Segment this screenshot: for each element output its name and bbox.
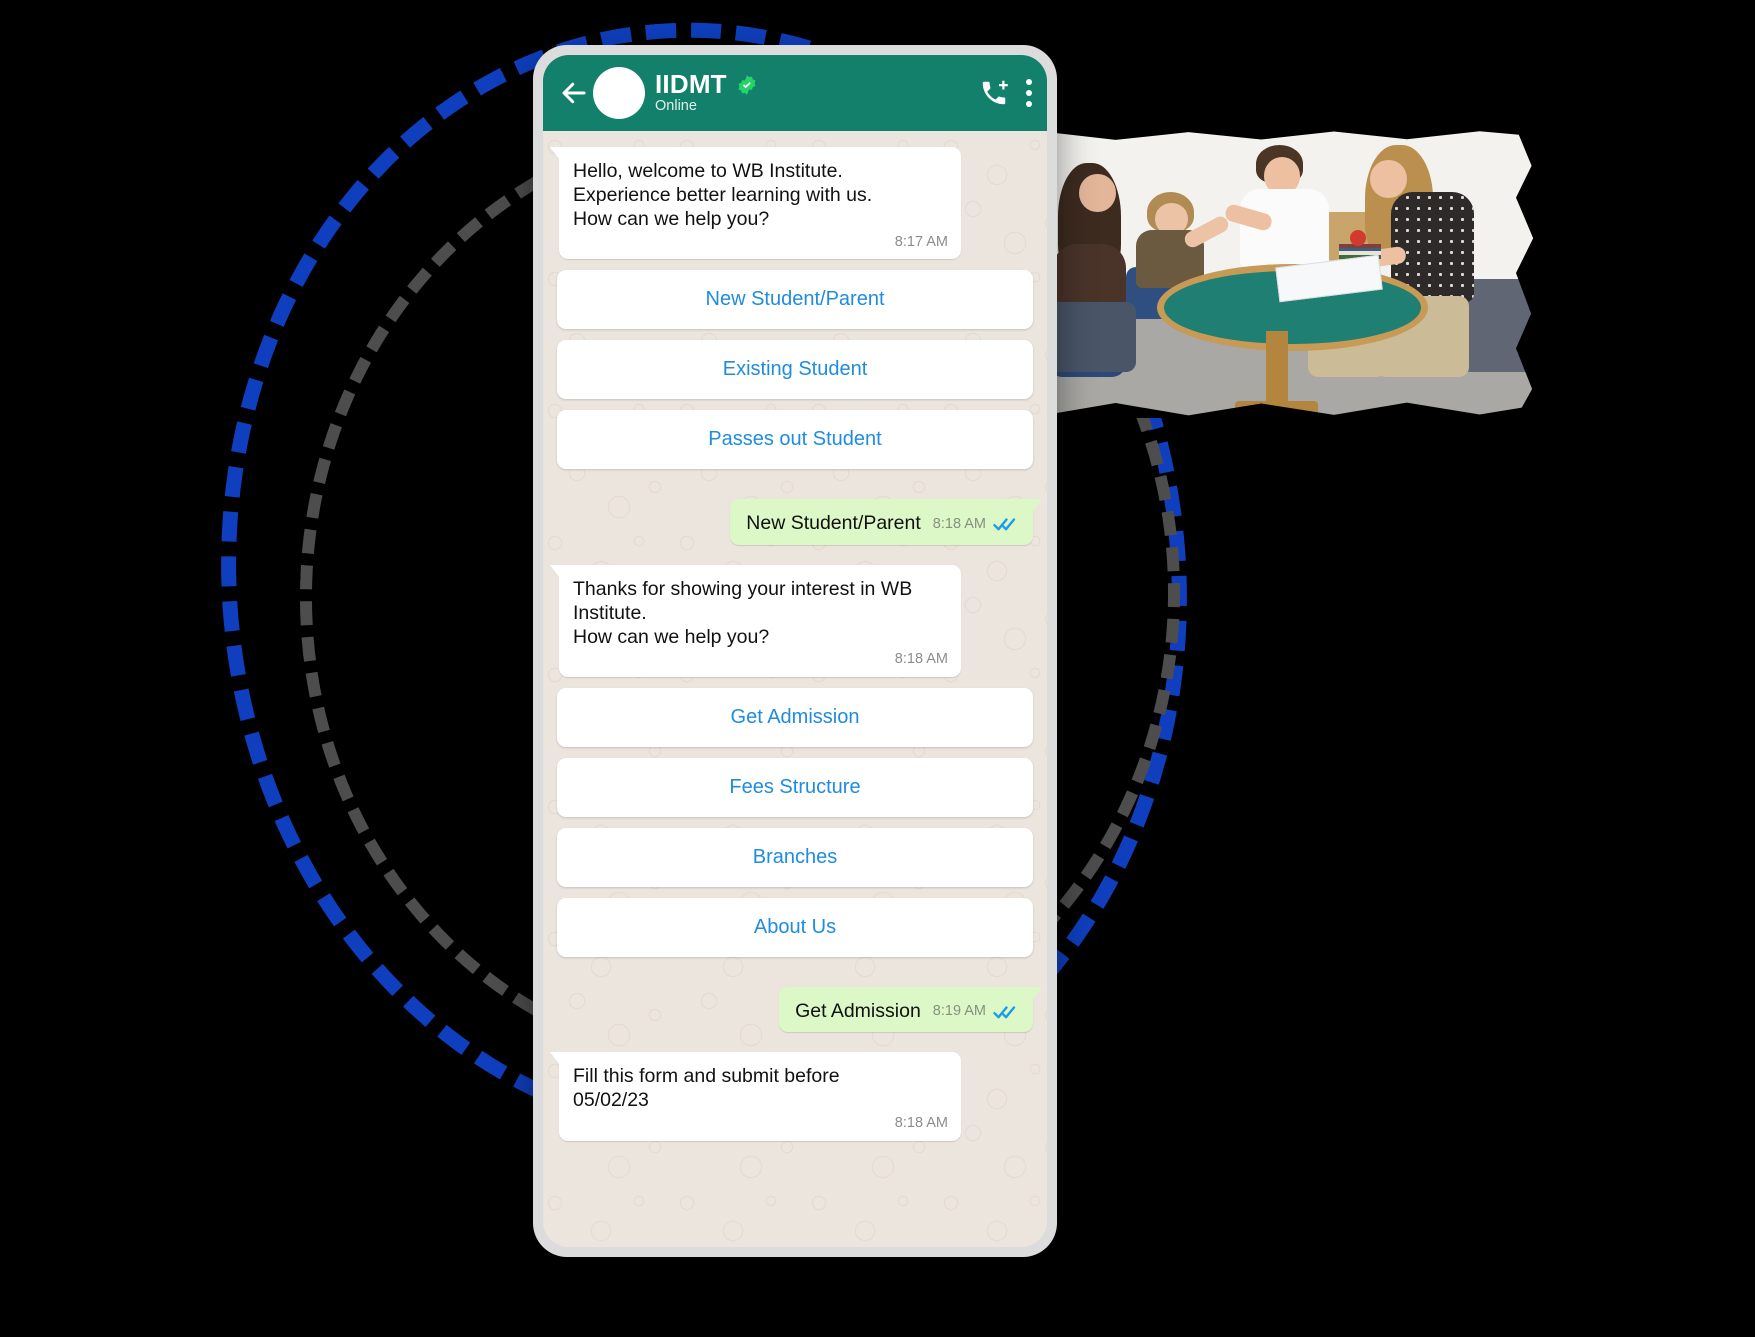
overflow-menu-icon[interactable] bbox=[1025, 77, 1033, 109]
message-meta: 8:19 AM bbox=[933, 1003, 1019, 1023]
message-timestamp: 8:18 AM bbox=[894, 1114, 948, 1131]
message-text: How can we help you? bbox=[573, 626, 770, 648]
back-arrow-icon[interactable] bbox=[559, 78, 589, 108]
chat-header: IIDMT Online bbox=[543, 55, 1047, 131]
message-bubble-incoming: Thanks for showing your interest in WB I… bbox=[550, 564, 961, 678]
phone-mockup: IIDMT Online Hello, welcome to WB Instit… bbox=[533, 45, 1057, 1257]
quick-reply-get-admission[interactable]: Get Admission bbox=[557, 688, 1033, 748]
outgoing-content: Get Admission 8:19 AM bbox=[795, 999, 1019, 1023]
message-text: Get Admission bbox=[795, 1000, 921, 1023]
outgoing-content: New Student/Parent 8:18 AM bbox=[746, 511, 1019, 535]
read-receipt-double-check-icon bbox=[993, 1005, 1019, 1020]
message-meta: 8:18 AM bbox=[573, 1115, 948, 1133]
parent-teacher-meeting-photo bbox=[1022, 128, 1542, 418]
phone-screen: IIDMT Online Hello, welcome to WB Instit… bbox=[543, 55, 1047, 1247]
quick-reply-fees-structure[interactable]: Fees Structure bbox=[557, 758, 1033, 818]
photo-canvas bbox=[1022, 128, 1542, 418]
verified-badge-icon bbox=[736, 74, 758, 96]
person-second-woman-face bbox=[1370, 159, 1407, 198]
message-text: Fill this form and submit before bbox=[573, 1065, 840, 1088]
message-text: Hello, welcome to WB Institute. bbox=[573, 160, 843, 182]
add-call-icon[interactable] bbox=[979, 78, 1009, 108]
message-meta: 8:18 AM bbox=[573, 651, 948, 669]
quick-reply-existing-student[interactable]: Existing Student bbox=[557, 340, 1033, 400]
message-bubble-incoming: Fill this form and submit before 05/02/2… bbox=[550, 1052, 961, 1141]
message-timestamp: 8:19 AM bbox=[932, 1003, 986, 1020]
contact-name-row: IIDMT bbox=[655, 68, 971, 99]
contact-name: IIDMT bbox=[655, 68, 727, 99]
message-text: How can we help you? bbox=[573, 208, 770, 231]
message-bubble-outgoing: Get Admission 8:19 AM bbox=[779, 987, 1042, 1033]
header-actions bbox=[979, 77, 1033, 109]
message-timestamp: 8:17 AM bbox=[894, 233, 948, 250]
message-timestamp: 8:18 AM bbox=[932, 515, 986, 532]
read-receipt-double-check-icon bbox=[993, 517, 1019, 532]
message-bubble-incoming: Hello, welcome to WB Institute. Experien… bbox=[550, 147, 961, 260]
person-mother-face bbox=[1079, 174, 1116, 213]
quick-reply-about-us[interactable]: About Us bbox=[557, 898, 1033, 958]
quick-reply-new-student-parent[interactable]: New Student/Parent bbox=[557, 270, 1033, 330]
message-meta: 8:17 AM bbox=[573, 234, 948, 252]
message-text: New Student/Parent bbox=[746, 512, 921, 535]
quick-reply-branches[interactable]: Branches bbox=[557, 828, 1033, 888]
message-row-outgoing: New Student/Parent 8:18 AM bbox=[557, 499, 1042, 545]
message-meta: 8:18 AM bbox=[933, 516, 1019, 536]
message-row-outgoing: Get Admission 8:19 AM bbox=[557, 987, 1042, 1033]
message-bubble-outgoing: New Student/Parent 8:18 AM bbox=[730, 499, 1042, 545]
message-timestamp: 8:18 AM bbox=[894, 651, 948, 668]
chat-thread[interactable]: Hello, welcome to WB Institute. Experien… bbox=[543, 131, 1047, 1247]
message-text: Experience better learning with us. bbox=[573, 184, 873, 207]
page-root: IIDMT Online Hello, welcome to WB Instit… bbox=[0, 0, 1755, 1337]
message-text: 05/02/23 bbox=[573, 1089, 649, 1112]
contact-status: Online bbox=[655, 98, 697, 115]
quick-reply-passes-out-student[interactable]: Passes out Student bbox=[557, 410, 1033, 470]
message-text: Thanks for showing your interest in WB I… bbox=[573, 577, 918, 624]
table-leg bbox=[1266, 331, 1289, 407]
contact-identity[interactable]: IIDMT Online bbox=[655, 68, 971, 115]
avatar[interactable] bbox=[593, 67, 645, 119]
person-mother-skirt bbox=[1048, 302, 1137, 372]
messages-container: Hello, welcome to WB Institute. Experien… bbox=[550, 147, 1042, 1141]
apple-icon bbox=[1349, 229, 1366, 246]
